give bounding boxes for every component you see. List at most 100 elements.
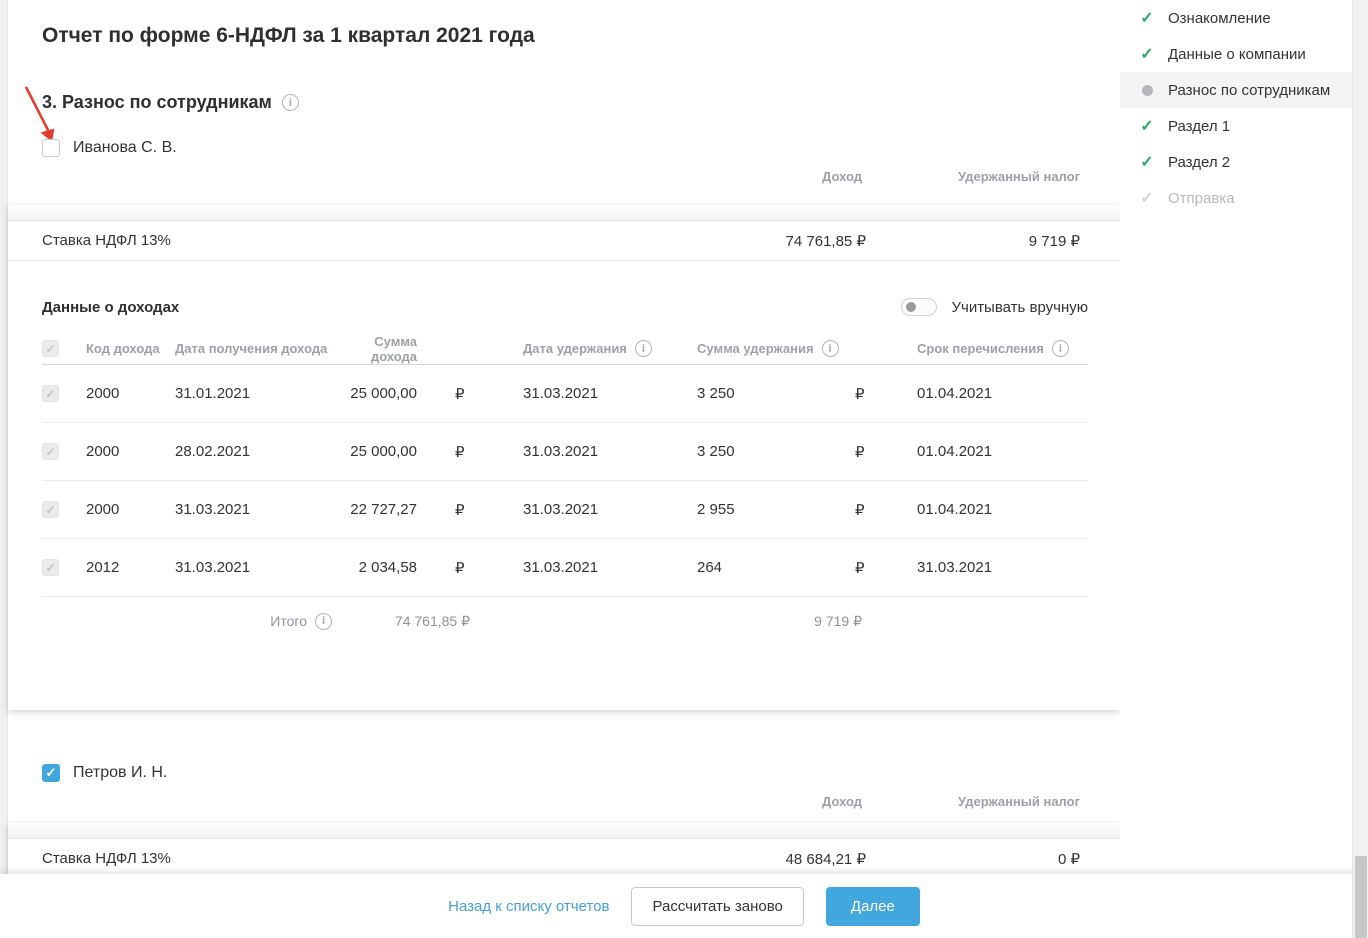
withhold-date-info-icon[interactable]: i bbox=[634, 340, 652, 357]
cell-withhold-date: 31.03.2021 bbox=[523, 501, 599, 518]
toggle-label: Учитывать вручную bbox=[951, 298, 1088, 316]
rate-income-value: 74 761,85 ₽ bbox=[785, 232, 866, 250]
table-row: ✓ 2012 31.03.2021 2 034,58 ₽ 31.03.2021 … bbox=[42, 539, 1088, 597]
steps-sidebar: ✓ Ознакомление ✓ Данные о компании Разно… bbox=[1120, 0, 1368, 938]
table-row: ✓ 2000 31.03.2021 22 727,27 ₽ 31.03.2021… bbox=[42, 481, 1088, 539]
card-top-strip bbox=[8, 205, 1120, 221]
deadline-info-icon[interactable]: i bbox=[1051, 340, 1069, 357]
employee-row-ivanova: Иванова С. В. bbox=[42, 139, 177, 157]
cell-deadline: 31.03.2021 bbox=[917, 559, 993, 576]
col-header-withhold-date: Дата удержания bbox=[523, 341, 627, 356]
sidebar-item-label: Ознакомление bbox=[1168, 9, 1271, 27]
employee-name: Петров И. Н. bbox=[73, 764, 168, 781]
employee-checkbox-petrov[interactable]: ✓ bbox=[42, 764, 60, 782]
total-tax-value: 9 719 ₽ bbox=[814, 612, 862, 629]
sidebar-item-razdel-2[interactable]: ✓ Раздел 2 bbox=[1120, 144, 1368, 180]
cell-receive-date: 31.03.2021 bbox=[175, 559, 251, 576]
rate-tax-value: 9 719 ₽ bbox=[1028, 232, 1080, 250]
rate-income-value: 48 684,21 ₽ bbox=[785, 850, 866, 868]
sidebar-item-label: Раздел 2 bbox=[1168, 153, 1231, 171]
section-title: 3. Разнос по сотрудникам bbox=[42, 92, 272, 112]
left-gutter bbox=[0, 0, 8, 938]
row-checkbox[interactable]: ✓ bbox=[42, 385, 59, 403]
cell-income-currency: ₽ bbox=[455, 559, 465, 577]
check-icon: ✓ bbox=[1140, 118, 1154, 135]
cell-deadline: 01.04.2021 bbox=[917, 385, 993, 402]
income-column-header: Доход bbox=[822, 794, 862, 809]
sidebar-item-otpravka-disabled: ✓ Отправка bbox=[1120, 180, 1368, 216]
rate-row-petrov: Ставка НДФЛ 13% 48 684,21 ₽ 0 ₽ bbox=[8, 839, 1120, 879]
sidebar-item-label: Данные о компании bbox=[1168, 45, 1306, 63]
cell-income: 22 727,27 bbox=[350, 501, 417, 518]
money-column-headers: Доход Удержанный налог bbox=[8, 169, 1120, 185]
cell-deadline: 01.04.2021 bbox=[917, 501, 993, 518]
section-info-icon[interactable]: i bbox=[281, 94, 299, 111]
sidebar-item-razdel-1[interactable]: ✓ Раздел 1 bbox=[1120, 108, 1368, 144]
page-title: Отчет по форме 6-НДФЛ за 1 квартал 2021 … bbox=[42, 24, 535, 47]
cell-withhold: 264 bbox=[697, 559, 723, 576]
sidebar-item-raznos-active[interactable]: Разнос по сотрудникам bbox=[1120, 72, 1368, 108]
income-column-header: Доход bbox=[822, 169, 862, 184]
sidebar-item-company-data[interactable]: ✓ Данные о компании bbox=[1120, 36, 1368, 72]
col-header-code: Код дохода bbox=[86, 341, 160, 356]
income-table-header-row: ✓ Код дохода Дата получения дохода Сумма… bbox=[42, 333, 1088, 365]
cell-income: 2 034,58 bbox=[358, 559, 417, 576]
sidebar-item-label: Отправка bbox=[1168, 189, 1235, 207]
cell-withhold-date: 31.03.2021 bbox=[523, 559, 599, 576]
vertical-scrollbar[interactable] bbox=[1352, 0, 1368, 938]
cell-withhold: 3 250 bbox=[697, 385, 735, 402]
cell-income-currency: ₽ bbox=[455, 501, 465, 519]
cell-withhold-date: 31.03.2021 bbox=[523, 385, 599, 402]
col-header-deadline: Срок перечисления bbox=[917, 341, 1044, 356]
row-checkbox[interactable]: ✓ bbox=[42, 559, 59, 577]
tax-column-header: Удержанный налог bbox=[957, 794, 1080, 809]
scrollbar-thumb[interactable] bbox=[1355, 856, 1367, 938]
cell-withhold-date: 31.03.2021 bbox=[523, 443, 599, 460]
tax-column-header: Удержанный налог bbox=[957, 169, 1080, 184]
cell-income: 25 000,00 bbox=[350, 385, 417, 402]
row-checkbox[interactable]: ✓ bbox=[42, 443, 59, 461]
table-row: ✓ 2000 31.01.2021 25 000,00 ₽ 31.03.2021… bbox=[42, 365, 1088, 423]
table-row: ✓ 2000 28.02.2021 25 000,00 ₽ 31.03.2021… bbox=[42, 423, 1088, 481]
cell-withhold: 3 250 bbox=[697, 443, 735, 460]
cell-deadline: 01.04.2021 bbox=[917, 443, 993, 460]
next-button[interactable]: Далее bbox=[825, 886, 920, 926]
rate-tax-value: 0 ₽ bbox=[1057, 850, 1080, 868]
check-icon-disabled: ✓ bbox=[1140, 190, 1154, 207]
app-root: Отчет по форме 6-НДФЛ за 1 квартал 2021 … bbox=[0, 0, 1368, 938]
recalculate-button[interactable]: Рассчитать заново bbox=[631, 886, 804, 926]
manual-account-toggle[interactable]: Учитывать вручную bbox=[901, 298, 1088, 316]
total-row: Итого i 74 761,85 ₽ 9 719 ₽ bbox=[42, 597, 1088, 645]
employee-row-petrov: ✓ Петров И. Н. bbox=[42, 764, 167, 782]
toggle-switch-icon[interactable] bbox=[901, 298, 938, 316]
income-data-title: Данные о доходах bbox=[42, 298, 180, 316]
check-icon: ✓ bbox=[1140, 46, 1154, 63]
money-column-headers: Доход Удержанный налог bbox=[8, 794, 1120, 810]
employee-checkbox-ivanova[interactable] bbox=[42, 139, 60, 157]
total-info-icon[interactable]: i bbox=[315, 612, 332, 630]
cell-withhold-currency: ₽ bbox=[855, 501, 865, 519]
income-table: ✓ Код дохода Дата получения дохода Сумма… bbox=[42, 333, 1088, 645]
cell-receive-date: 28.02.2021 bbox=[175, 443, 251, 460]
select-all-checkbox[interactable]: ✓ bbox=[42, 340, 59, 357]
back-to-reports-link[interactable]: Назад к списку отчетов bbox=[448, 898, 609, 915]
cell-code: 2012 bbox=[86, 559, 120, 576]
cell-code: 2000 bbox=[86, 385, 120, 402]
bottom-action-bar: Назад к списку отчетов Рассчитать заново… bbox=[0, 874, 1368, 938]
cell-code: 2000 bbox=[86, 501, 120, 518]
check-icon: ✓ bbox=[1140, 154, 1154, 171]
row-checkbox[interactable]: ✓ bbox=[42, 501, 59, 519]
col-header-receive-date: Дата получения дохода bbox=[175, 341, 328, 356]
cell-income: 25 000,00 bbox=[350, 443, 417, 460]
cell-receive-date: 31.01.2021 bbox=[175, 385, 251, 402]
withhold-sum-info-icon[interactable]: i bbox=[821, 340, 839, 357]
rate-label: Ставка НДФЛ 13% bbox=[42, 232, 171, 249]
total-label: Итого bbox=[270, 613, 307, 629]
employee-name: Иванова С. В. bbox=[73, 139, 177, 156]
sidebar-item-oznakomlenie[interactable]: ✓ Ознакомление bbox=[1120, 0, 1368, 36]
cell-receive-date: 31.03.2021 bbox=[175, 501, 251, 518]
cell-withhold: 2 955 bbox=[697, 501, 735, 518]
sidebar-item-label: Разнос по сотрудникам bbox=[1168, 81, 1331, 99]
cell-income-currency: ₽ bbox=[455, 385, 465, 403]
col-header-income-sum: Сумма дохода bbox=[370, 333, 417, 364]
